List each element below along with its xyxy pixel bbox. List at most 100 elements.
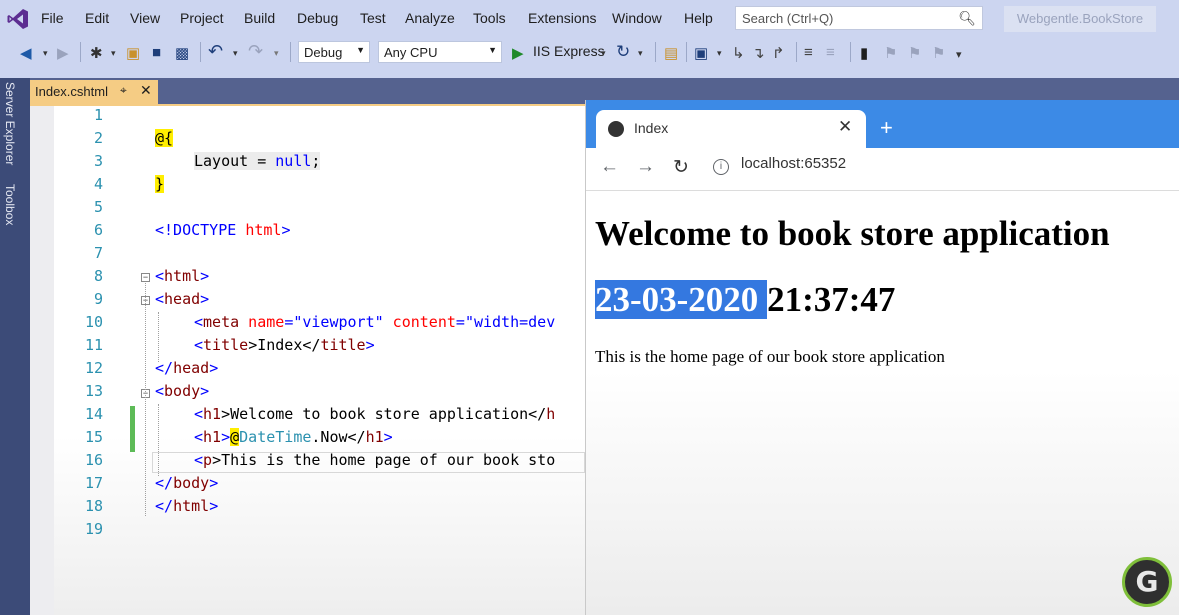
code-token: < xyxy=(155,290,165,308)
back-dropdown-icon[interactable]: ▾ xyxy=(43,48,48,59)
previous-bookmark-icon[interactable]: ⚑ xyxy=(884,44,897,62)
code-line-17: </body> xyxy=(155,474,218,492)
browser-link-dropdown-icon[interactable]: ▾ xyxy=(717,48,722,59)
code-token: </ xyxy=(155,359,174,377)
line-number: 6 xyxy=(93,221,103,239)
refresh-dropdown-icon[interactable]: ▾ xyxy=(638,48,643,59)
browser-forward-icon[interactable]: → xyxy=(636,156,655,178)
toolbar-overflow-icon[interactable]: ▾ xyxy=(956,48,962,61)
code-editor[interactable] xyxy=(30,106,585,615)
chevron-down-icon: ▼ xyxy=(488,45,497,55)
run-target-dropdown-icon[interactable]: ▾ xyxy=(601,48,606,59)
toolbar-separator xyxy=(655,42,656,62)
code-line-3: Layout = null; xyxy=(194,152,321,170)
run-target-button[interactable]: IIS Express xyxy=(533,43,605,59)
forward-icon[interactable]: ▶ xyxy=(57,44,69,62)
save-all-icon[interactable]: ▩ xyxy=(175,44,189,62)
solution-platform-select[interactable]: Any CPU ▼ xyxy=(378,41,502,63)
browser-tab-index[interactable]: Index ✕ xyxy=(596,110,866,148)
page-datetime: 23-03-2020 21:37:47 xyxy=(595,280,895,320)
collapse-html-icon[interactable]: − xyxy=(141,273,150,282)
undo-icon[interactable]: ↶ xyxy=(208,41,223,62)
code-text: >Index</ xyxy=(248,336,321,354)
code-token: Layout = xyxy=(194,152,276,170)
server-explorer-tab[interactable]: Server Explorer xyxy=(3,82,17,165)
code-line-11: <title>Index</title> xyxy=(194,336,375,354)
menu-test[interactable]: Test xyxy=(360,10,386,26)
new-project-icon[interactable]: ✱ xyxy=(90,44,103,62)
new-dropdown-icon[interactable]: ▾ xyxy=(111,48,116,59)
selected-date-text: 23-03-2020 xyxy=(595,280,768,319)
code-token: < xyxy=(194,336,204,354)
search-placeholder: Search (Ctrl+Q) xyxy=(742,11,834,26)
code-tag: title xyxy=(320,336,366,354)
menu-edit[interactable]: Edit xyxy=(85,10,109,26)
tool-window-strip: Server Explorer Toolbox xyxy=(0,78,30,615)
menu-debug[interactable]: Debug xyxy=(297,10,338,26)
code-tag: head xyxy=(173,359,210,377)
code-attr: content xyxy=(383,313,456,331)
close-icon[interactable]: ✕ xyxy=(140,82,152,99)
step-out-icon[interactable]: ↱ xyxy=(772,44,785,62)
line-number: 5 xyxy=(93,198,103,216)
code-token: < xyxy=(194,313,204,331)
code-token: < xyxy=(155,267,165,285)
code-line-9: <head> xyxy=(155,290,209,308)
site-info-icon[interactable]: i xyxy=(713,159,729,175)
refresh-icon[interactable]: ↻ xyxy=(616,42,630,62)
code-token: = xyxy=(455,313,465,331)
line-number: 16 xyxy=(84,451,103,469)
open-folder-icon[interactable]: ▣ xyxy=(126,44,140,62)
browser-back-icon[interactable]: ← xyxy=(600,156,619,178)
menu-analyze[interactable]: Analyze xyxy=(405,10,455,26)
solution-configuration-select[interactable]: Debug ▼ xyxy=(298,41,370,63)
step-into-icon[interactable]: ↴ xyxy=(752,44,765,62)
address-bar[interactable]: i localhost:65352 xyxy=(713,155,846,175)
line-number: 17 xyxy=(84,474,103,492)
pin-icon[interactable]: ⌖ xyxy=(120,83,127,98)
menu-project[interactable]: Project xyxy=(180,10,224,26)
line-number: 9 xyxy=(93,290,103,308)
code-token: < xyxy=(194,428,204,446)
save-icon[interactable]: ■ xyxy=(152,44,161,61)
find-in-files-icon[interactable]: ▤ xyxy=(664,44,678,62)
step-over-icon[interactable]: ↳ xyxy=(732,44,745,62)
document-tab-label: Index.cshtml xyxy=(35,84,108,99)
clear-bookmarks-icon[interactable]: ⚑ xyxy=(932,44,945,62)
undo-dropdown-icon[interactable]: ▾ xyxy=(233,48,238,59)
redo-dropdown-icon[interactable]: ▾ xyxy=(274,48,279,59)
browser-reload-icon[interactable]: ↻ xyxy=(673,156,689,179)
back-icon[interactable]: ◀ xyxy=(20,44,32,62)
code-token: > xyxy=(221,428,231,446)
menu-extensions[interactable]: Extensions xyxy=(528,10,596,26)
menu-file[interactable]: File xyxy=(41,10,64,26)
code-line-12: </head> xyxy=(155,359,218,377)
razor-block-close: } xyxy=(155,175,165,193)
browser-link-icon[interactable]: ▣ xyxy=(694,44,708,62)
document-tab-index-cshtml[interactable]: Index.cshtml ⌖ ✕ xyxy=(30,80,158,104)
menu-window[interactable]: Window xyxy=(612,10,662,26)
code-token: </ xyxy=(155,497,174,515)
uncomment-icon[interactable]: ≡ xyxy=(826,44,835,61)
code-tag: body xyxy=(164,382,201,400)
menu-tools[interactable]: Tools xyxy=(473,10,506,26)
outline-guide xyxy=(145,283,146,516)
menu-build[interactable]: Build xyxy=(244,10,275,26)
line-number: 2 xyxy=(93,129,103,147)
line-number: 8 xyxy=(93,267,103,285)
close-tab-icon[interactable]: ✕ xyxy=(838,117,852,137)
code-line-15: <h1>@DateTime.Now</h1> xyxy=(194,428,393,446)
new-tab-icon[interactable]: + xyxy=(880,115,893,141)
bookmark-icon[interactable]: ▮ xyxy=(860,44,868,62)
code-token: > xyxy=(281,221,291,239)
toolbox-tab[interactable]: Toolbox xyxy=(3,184,17,225)
menu-view[interactable]: View xyxy=(130,10,160,26)
search-input[interactable]: Search (Ctrl+Q) 🔍︎ xyxy=(735,6,983,30)
next-bookmark-icon[interactable]: ⚑ xyxy=(908,44,921,62)
globe-icon xyxy=(608,121,624,137)
comment-icon[interactable]: ≡ xyxy=(804,44,813,61)
menu-help[interactable]: Help xyxy=(684,10,713,26)
start-debugging-icon[interactable]: ▶ xyxy=(512,44,524,62)
code-attr: name xyxy=(239,313,285,331)
redo-icon[interactable]: ↷ xyxy=(248,41,263,62)
